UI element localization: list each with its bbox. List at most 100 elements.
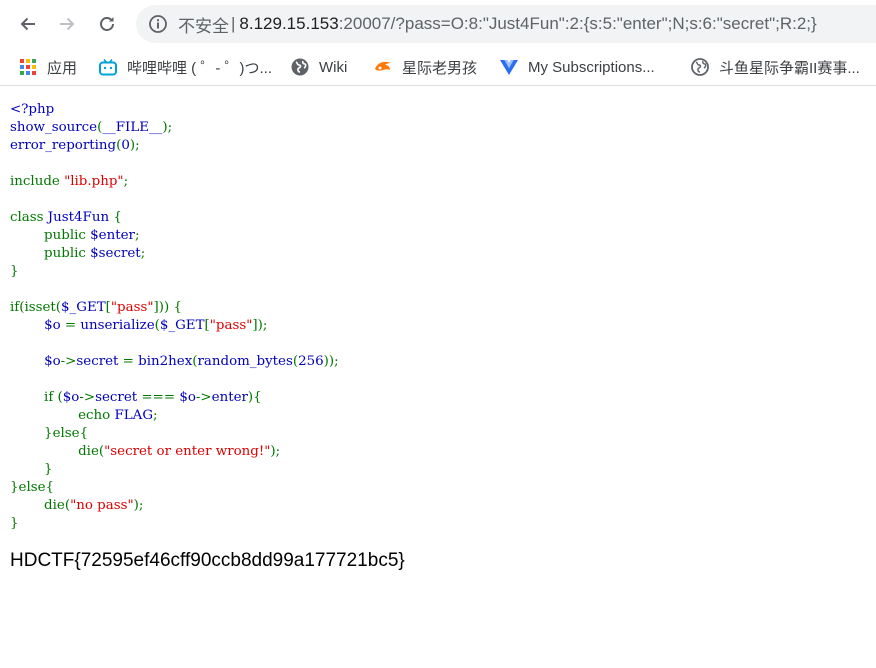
code-token: ){ [247,390,262,405]
code-token: ); [133,498,144,513]
code-line: error_reporting(0); [10,137,339,155]
code-token: -> [60,354,77,369]
code-token: ); [270,444,281,459]
code-token: class [10,210,48,225]
code-token: "secret or enter wrong!" [104,444,271,459]
code-token: "pass" [209,318,253,333]
code-token: secret [95,390,142,405]
code-token: $o [179,390,196,405]
address-bar[interactable]: 不安全 | 8.129.15.153:20007/?pass=O:8:"Just… [136,5,876,43]
code-token: ); [162,120,173,135]
code-token: die( [10,444,105,459]
bookmark-label: 斗鱼星际争霸II赛事... [719,59,860,77]
code-token: } [10,264,19,279]
url-path[interactable]: :20007/?pass=O:8:"Just4Fun":2:{s:5:"ente… [339,14,817,34]
bookmark-label: Wiki [319,58,348,76]
code-token: public [10,246,91,261]
code-token: FLAG [114,408,154,423]
code-token: <?php [10,102,55,117]
code-token: include [10,174,65,189]
bookmark-bilibili[interactable]: 哔哩哔哩 ( ゜- ゜)つ... [98,48,272,86]
bookmark-label: My Subscriptions... [528,58,655,76]
globe-icon [290,57,310,77]
code-line: <?php [10,101,339,119]
code-token: ]); [252,318,268,333]
bilibili-icon [98,57,118,77]
code-line: echo FLAG; [10,407,339,425]
code-line: include "lib.php"; [10,173,339,191]
bookmark-subscriptions[interactable]: My Subscriptions... [499,48,655,86]
bookmarks-bar: 应用 哔哩哔哩 ( ゜- ゜)つ... Wiki 星际老男孩 My Subscr… [0,48,876,86]
code-token: if(isset( [10,300,62,315]
code-line: } [10,515,339,533]
code-line: if ($o->secret === $o->enter){ [10,389,339,407]
code-token: } [10,462,53,477]
omnibox-separator: | [231,14,236,33]
info-icon[interactable] [148,14,168,34]
code-token: ; [140,246,146,261]
url-host[interactable]: 8.129.15.153 [239,14,338,34]
code-token: $o [62,390,80,405]
code-token: ); [129,138,140,153]
code-token: $secret [90,246,141,261]
code-token: $_GET [159,318,205,333]
code-token: "pass" [110,300,154,315]
code-token: unserialize [80,318,155,333]
code-token: }else{ [10,480,55,495]
code-token: $enter [90,228,135,243]
bookmark-wiki[interactable]: Wiki [290,48,347,86]
flag-output: HDCTF{72595ef46cff90ccb8dd99a177721bc5} [10,550,405,571]
globe-icon [690,57,710,77]
code-token: ; [134,228,140,243]
bookmark-douyu[interactable]: 星际老男孩 [373,48,477,86]
code-token: bin2hex [138,354,193,369]
code-token: enter [211,390,248,405]
code-line: if(isset($_GET["pass"])) { [10,299,339,317]
code-token: }else{ [10,426,89,441]
reload-button[interactable] [92,9,122,39]
code-line: }else{ [10,425,339,443]
code-token: show_source [10,120,98,135]
code-token: Just4Fun [47,210,114,225]
code-line: }else{ [10,479,339,497]
apps-grid-icon [18,57,38,77]
code-token: === [141,390,180,405]
code-token: random_bytes [197,354,293,369]
bookmark-apps[interactable]: 应用 [18,48,77,86]
code-line: class Just4Fun { [10,209,339,227]
code-line: public $enter; [10,227,339,245]
bookmark-label: 应用 [47,59,78,77]
code-line: die("secret or enter wrong!"); [10,443,339,461]
arrow-left-icon [20,17,35,31]
code-token: "no pass" [70,498,134,513]
bookmark-label: 哔哩哔哩 ( ゜- ゜)つ... [127,59,272,77]
code-line: $o = unserialize($_GET["pass"]); [10,317,339,335]
back-button[interactable] [13,9,43,39]
code-line: } [10,263,339,281]
code-token: die( [10,498,71,513]
code-token: -> [195,390,212,405]
code-token: ; [123,174,129,189]
forward-button[interactable] [52,9,82,39]
security-label[interactable]: 不安全 [178,12,229,37]
bookmark-label: 星际老男孩 [402,59,478,77]
code-token: = [64,318,81,333]
douyu-icon [373,57,393,77]
code-token: 256 [298,354,324,369]
bookmark-douyu-sc2[interactable]: 斗鱼星际争霸II赛事... [690,48,860,86]
code-line: public $secret; [10,245,339,263]
code-line: } [10,461,339,479]
vue-icon [499,57,519,77]
reload-icon [100,17,114,31]
code-token: $o [44,354,61,369]
code-token: $o [44,318,65,333]
code-token: } [10,516,19,531]
code-token: )); [323,354,339,369]
